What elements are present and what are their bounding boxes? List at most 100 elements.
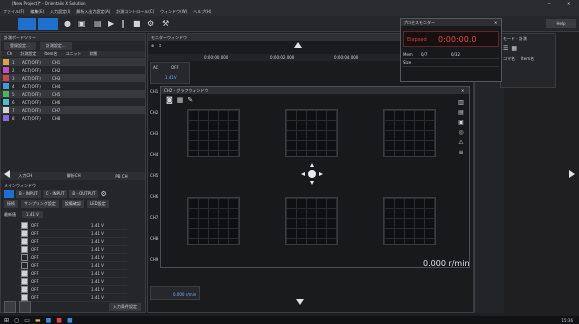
channel-row[interactable]: 1 ACT(OFF) CH1	[1, 58, 145, 66]
menu-file[interactable]: ファイル(F)	[3, 9, 24, 15]
row-checkbox[interactable]	[21, 238, 28, 245]
close-icon[interactable]: ✕	[567, 1, 570, 6]
search-icon[interactable]: ○	[14, 317, 19, 324]
tab-analysis-ch[interactable]: 解析CH	[67, 173, 81, 179]
left-arrow-icon[interactable]	[4, 170, 10, 178]
b-input-button[interactable]: B - INPUT	[16, 190, 41, 198]
row-checkbox[interactable]	[21, 254, 28, 261]
pause-icon[interactable]: ∥	[121, 19, 125, 28]
lower-icon-button[interactable]	[4, 190, 14, 198]
value-row[interactable]: OFF 1.41 V	[17, 262, 127, 270]
tab-pb-ch[interactable]: PB CH	[115, 174, 127, 179]
side-tool-4-icon[interactable]: ◎	[458, 129, 463, 136]
graph-cell-4[interactable]	[187, 197, 240, 245]
menu-help[interactable]: ヘルプ(H)	[193, 9, 211, 15]
right-arrow-icon[interactable]	[569, 170, 575, 178]
tab-register[interactable]: 登録設定...	[4, 42, 36, 50]
tool-icon[interactable]: ⚒	[162, 19, 169, 28]
minimize-icon[interactable]: ─	[548, 1, 550, 6]
value-row[interactable]: OFF 1.41 V	[17, 222, 127, 230]
input-condition-button[interactable]: 入力条件設定	[109, 303, 141, 311]
graph-cell-6[interactable]	[383, 197, 436, 245]
graph-cell-1[interactable]	[187, 109, 240, 157]
app-icon-1[interactable]: ■	[46, 317, 52, 324]
c-input-button[interactable]: C - INPUT	[42, 190, 68, 198]
menu-edit[interactable]: 編集(E)	[30, 9, 44, 15]
side-tool-3-icon[interactable]: ▣	[458, 119, 464, 126]
value-row[interactable]: OFF 1.41 V	[17, 286, 127, 294]
help-button[interactable]: Help	[546, 19, 576, 28]
row-checkbox[interactable]	[21, 278, 28, 285]
graph-cell-2[interactable]	[285, 109, 338, 157]
explorer-icon[interactable]: ▬	[35, 317, 41, 324]
zoom-icon[interactable]: ⊕	[151, 43, 154, 48]
row-checkbox[interactable]	[21, 230, 28, 237]
save-icon[interactable]: ▣	[78, 19, 86, 28]
footer-button-2[interactable]	[19, 301, 31, 313]
value-row[interactable]: OFF 1.41 V	[17, 246, 127, 254]
tab-measure[interactable]: 計測設定...	[39, 42, 72, 50]
channel-row[interactable]: 2 ACT(OFF) CH2	[1, 66, 145, 74]
value-row[interactable]: OFF 1.41 V	[17, 270, 127, 278]
value-box[interactable]: AC OFF 1.41V	[150, 62, 190, 84]
value-row[interactable]: OFF 1.41 V	[17, 294, 127, 302]
pen-icon[interactable]: ✎	[187, 96, 193, 104]
row-checkbox[interactable]	[21, 270, 28, 277]
menu-window[interactable]: ウィンドウ(W)	[160, 9, 187, 15]
b-output-button[interactable]: B - OUTPUT	[69, 190, 99, 198]
channel-row[interactable]: 8 ACT(OFF) CH8	[1, 114, 145, 122]
move-icon[interactable]	[301, 163, 323, 185]
channel-row[interactable]: 7 ACT(OFF) CH7	[1, 106, 145, 114]
graph-window-close-icon[interactable]: ✕	[461, 88, 464, 93]
value-row[interactable]: OFF 1.41 V	[17, 278, 127, 286]
row-checkbox[interactable]	[21, 294, 28, 301]
grid-icon[interactable]: ▦	[177, 96, 184, 104]
row-checkbox[interactable]	[21, 286, 28, 293]
row-checkbox[interactable]	[21, 262, 28, 269]
side-tool-5-icon[interactable]: ⚠	[458, 139, 463, 146]
monitor-button[interactable]	[18, 18, 36, 30]
stop-icon[interactable]: ■	[133, 19, 141, 28]
camera-icon[interactable]: ◙	[166, 96, 173, 104]
side-tool-2-icon[interactable]: ▤	[458, 109, 464, 116]
settings-icon[interactable]: ⚙	[147, 19, 154, 28]
sampling-button[interactable]: サンプリング設定	[21, 200, 59, 208]
list-icon[interactable]: ☰	[503, 45, 508, 52]
value-row[interactable]: OFF 1.41 V	[17, 238, 127, 246]
taskview-icon[interactable]: ▭	[24, 317, 30, 324]
tab-input-ch[interactable]: 入力CH	[18, 173, 32, 179]
top-arrow-icon[interactable]	[294, 42, 302, 48]
channel-row[interactable]: 5 ACT(OFF) CH5	[1, 90, 145, 98]
detail-value-box[interactable]: 1.41 V	[22, 211, 43, 218]
menu-control[interactable]: 計測コントロール(C)	[116, 9, 154, 15]
row-checkbox[interactable]	[21, 222, 28, 229]
load-icon[interactable]: ▤	[94, 19, 102, 28]
menu-analysis[interactable]: 解析入出力設定(A)	[76, 9, 110, 15]
app-icon-2[interactable]: ■	[56, 317, 62, 324]
value-row[interactable]: OFF 1.41 V	[17, 254, 127, 262]
side-tool-6-icon[interactable]: ≡	[458, 149, 463, 156]
channel-row[interactable]: 4 ACT(OFF) CH4	[1, 82, 145, 90]
grid-view-icon[interactable]: ▦	[511, 45, 517, 52]
start-icon[interactable]: ⊞	[4, 317, 9, 324]
channel-row[interactable]: 3 ACT(OFF) CH3	[1, 74, 145, 82]
screen-button[interactable]	[38, 18, 58, 30]
value-row[interactable]: OFF 1.41 V	[17, 230, 127, 238]
device-button[interactable]: 設備確認	[61, 200, 84, 208]
side-tool-1-icon[interactable]: ▥	[458, 99, 464, 106]
record-icon[interactable]: ●	[64, 19, 71, 28]
play-icon[interactable]: ▶	[108, 19, 114, 28]
graph-cell-5[interactable]	[285, 197, 338, 245]
bottom-arrow-icon[interactable]	[296, 299, 304, 305]
channel-row[interactable]: 6 ACT(OFF) CH6	[1, 98, 145, 106]
row-checkbox[interactable]	[21, 246, 28, 253]
connect-button[interactable]: 接続	[4, 200, 18, 208]
menu-input[interactable]: 入力設定(I)	[50, 9, 70, 15]
gear-icon[interactable]: ⚙	[100, 190, 106, 198]
dialog-close-icon[interactable]: ✕	[494, 20, 497, 25]
footer-button-1[interactable]	[4, 301, 16, 313]
app-icon-3[interactable]: ■	[67, 317, 73, 324]
led-button[interactable]: LED設定	[86, 200, 109, 208]
cursor-icon[interactable]: ↕	[158, 43, 161, 48]
graph-cell-3[interactable]	[383, 109, 436, 157]
